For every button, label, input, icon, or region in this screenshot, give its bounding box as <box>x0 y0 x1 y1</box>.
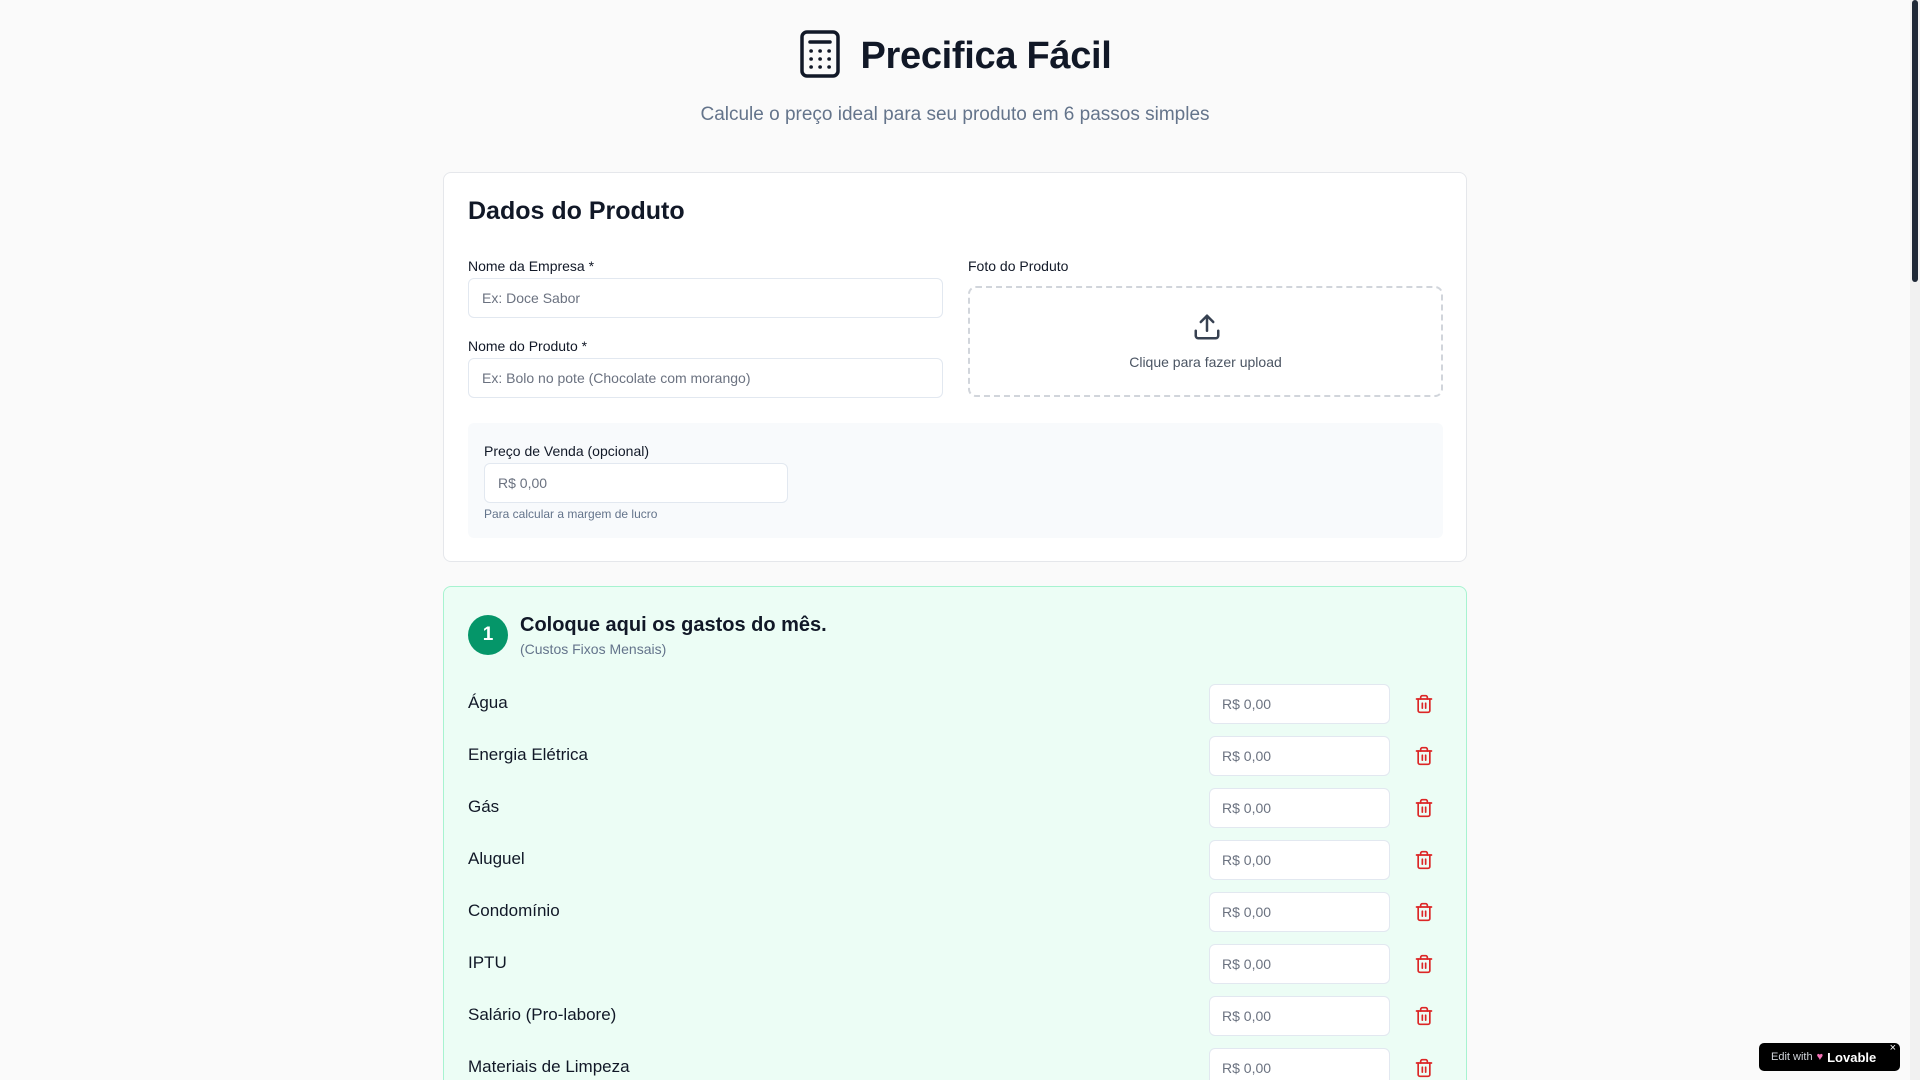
product-card-title: Dados do Produto <box>468 197 685 225</box>
edit-with-lovable-badge[interactable]: Edit with ♥ Lovable × <box>1759 1042 1900 1071</box>
cost-input[interactable] <box>1209 944 1390 984</box>
cost-label: Materiais de Limpeza <box>468 1057 630 1076</box>
cost-input[interactable] <box>1209 788 1390 828</box>
lovable-heart-icon: ♥ <box>1816 1051 1824 1063</box>
trash-icon[interactable] <box>1414 746 1434 766</box>
badge-edit-text: Edit with <box>1771 1051 1813 1063</box>
cost-input[interactable] <box>1209 840 1390 880</box>
cost-input[interactable] <box>1209 1048 1390 1080</box>
sale-price-section: Preço de Venda (opcional) Para calcular … <box>468 423 1443 538</box>
product-data-card: Dados do Produto Nome da Empresa * Nome … <box>443 172 1467 562</box>
trash-icon[interactable] <box>1414 902 1434 922</box>
app-title: Precifica Fácil <box>860 34 1112 77</box>
cost-label: Salário (Pro-labore) <box>468 1005 617 1024</box>
app-header: Precifica Fácil Calcule o preço ideal pa… <box>0 29 1910 126</box>
trash-icon[interactable] <box>1414 1058 1434 1078</box>
cost-input[interactable] <box>1209 684 1390 724</box>
cost-row-materiais-limpeza: Materiais de Limpeza <box>468 1048 1443 1080</box>
cost-label: IPTU <box>468 953 507 972</box>
scrollbar-thumb[interactable] <box>1912 0 1918 282</box>
calculator-icon <box>798 29 842 83</box>
cost-input[interactable] <box>1209 892 1390 932</box>
product-name-input[interactable] <box>468 358 943 398</box>
trash-icon[interactable] <box>1414 798 1434 818</box>
app-subtitle: Calcule o preço ideal para seu produto e… <box>700 104 1210 125</box>
cost-row-energia: Energia Elétrica <box>468 736 1443 776</box>
cost-label: Água <box>468 693 508 712</box>
cost-input[interactable] <box>1209 736 1390 776</box>
step1-fixed-costs-card: 1 Coloque aqui os gastos do mês. (Custos… <box>443 586 1467 1080</box>
cost-row-salario: Salário (Pro-labore) <box>468 996 1443 1036</box>
trash-icon[interactable] <box>1414 1006 1434 1026</box>
product-name-label: Nome do Produto * <box>468 338 588 354</box>
cost-row-gas: Gás <box>468 788 1443 828</box>
step-subtitle: (Custos Fixos Mensais) <box>520 641 667 657</box>
product-photo-label: Foto do Produto <box>968 258 1069 274</box>
sale-price-label: Preço de Venda (opcional) <box>484 443 649 459</box>
cost-label: Energia Elétrica <box>468 745 589 764</box>
step-title: Coloque aqui os gastos do mês. <box>520 614 827 636</box>
trash-icon[interactable] <box>1414 850 1434 870</box>
cost-row-aluguel: Aluguel <box>468 840 1443 880</box>
company-name-label: Nome da Empresa * <box>468 258 595 274</box>
cost-row-condominio: Condomínio <box>468 892 1443 932</box>
sale-price-input[interactable] <box>484 463 788 503</box>
sale-price-hint: Para calcular a margem de lucro <box>484 507 658 521</box>
cost-row-agua: Água <box>468 684 1443 724</box>
photo-upload-dropzone[interactable]: Clique para fazer upload <box>968 286 1443 397</box>
page-scrollbar[interactable] <box>1910 0 1920 1080</box>
cost-row-iptu: IPTU <box>468 944 1443 984</box>
trash-icon[interactable] <box>1414 694 1434 714</box>
close-icon[interactable]: × <box>1890 1042 1896 1054</box>
cost-input[interactable] <box>1209 996 1390 1036</box>
page: Precifica Fácil Calcule o preço ideal pa… <box>0 0 1910 1080</box>
upload-text: Clique para fazer upload <box>1129 354 1282 370</box>
cost-label: Condomínio <box>468 901 560 920</box>
cost-label: Aluguel <box>468 849 525 868</box>
company-name-input[interactable] <box>468 278 943 318</box>
cost-label: Gás <box>468 797 500 816</box>
badge-brand: Lovable <box>1827 1049 1877 1065</box>
title-row: Precifica Fácil <box>0 29 1910 83</box>
step-number-badge: 1 <box>468 615 508 655</box>
trash-icon[interactable] <box>1414 954 1434 974</box>
